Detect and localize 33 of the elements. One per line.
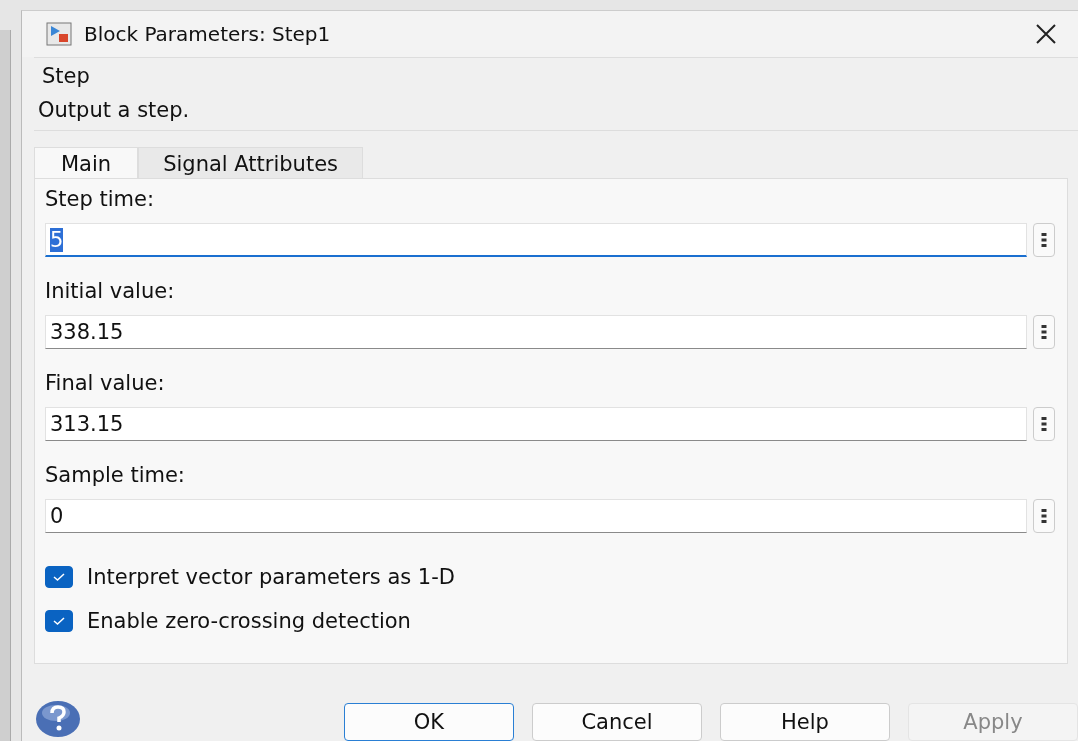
close-icon[interactable] — [1034, 22, 1058, 46]
checkbox[interactable] — [45, 610, 73, 632]
input-field[interactable]: 313.15 — [45, 407, 1027, 441]
help-icon[interactable] — [34, 699, 82, 739]
checkbox-label: Enable zero-crossing detection — [87, 609, 411, 633]
dialog-button[interactable]: Cancel — [532, 703, 702, 741]
dialog-button[interactable]: Help — [720, 703, 890, 741]
group-title: Step — [41, 64, 91, 88]
dialog-button[interactable]: OK — [344, 703, 514, 741]
field-label: Sample time: — [45, 463, 186, 487]
input-field[interactable]: 338.15 — [45, 315, 1027, 349]
check-icon — [52, 616, 66, 626]
tab[interactable]: Main — [34, 147, 139, 178]
checkbox[interactable] — [45, 566, 73, 588]
window-title: Block Parameters: Step1 — [84, 22, 332, 46]
vertical-dots-icon — [1041, 323, 1047, 341]
more-options-button[interactable] — [1033, 407, 1055, 441]
field-label: Final value: — [45, 371, 166, 395]
more-options-button[interactable] — [1033, 499, 1055, 533]
block-icon — [46, 22, 72, 46]
vertical-dots-icon — [1041, 231, 1047, 249]
tab[interactable]: Signal Attributes — [138, 147, 363, 178]
check-icon — [52, 572, 66, 582]
vertical-dots-icon — [1041, 415, 1047, 433]
vertical-dots-icon — [1041, 507, 1047, 525]
field-label: Step time: — [45, 187, 155, 211]
field-label: Initial value: — [45, 279, 176, 303]
input-field[interactable]: 0 — [45, 499, 1027, 533]
input-field[interactable]: 5 — [45, 223, 1027, 257]
description-text: Output a step. — [38, 98, 191, 122]
more-options-button[interactable] — [1033, 315, 1055, 349]
checkbox-label: Interpret vector parameters as 1-D — [87, 565, 455, 589]
more-options-button[interactable] — [1033, 223, 1055, 257]
